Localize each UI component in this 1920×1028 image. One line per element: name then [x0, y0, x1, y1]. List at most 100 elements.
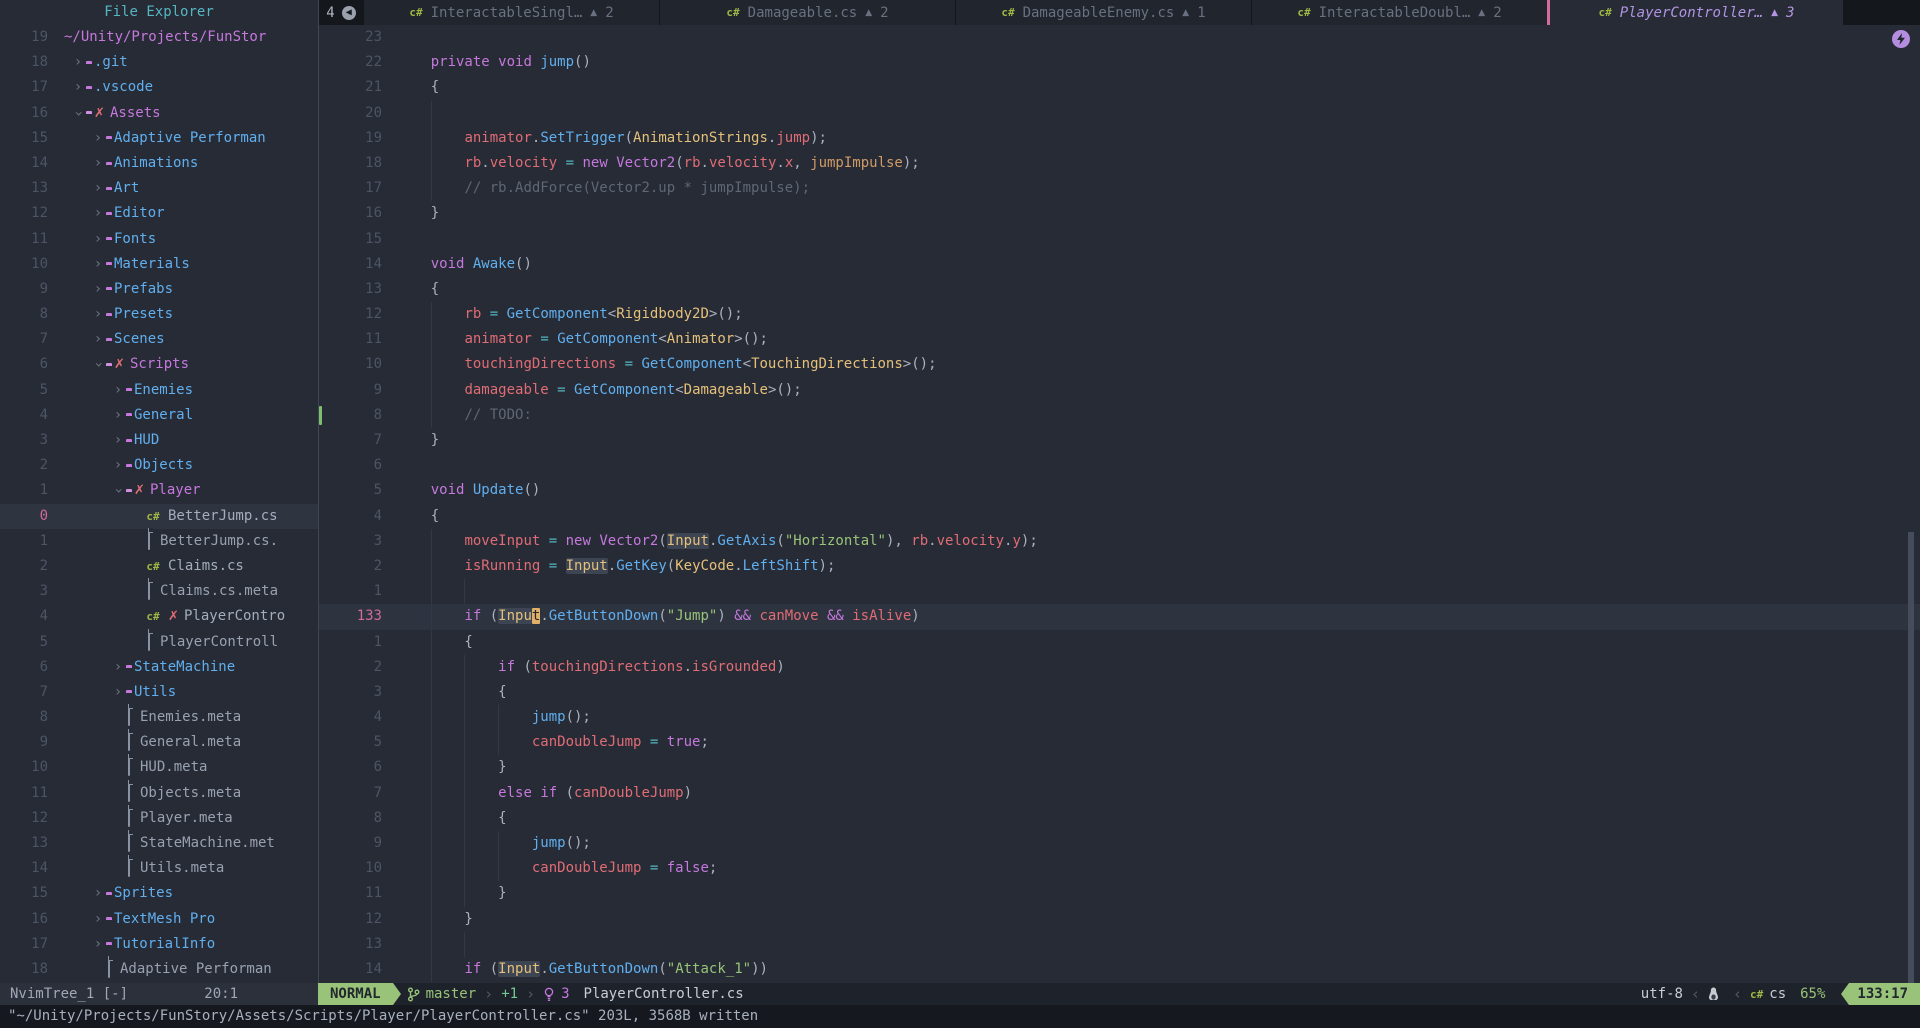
chevron-right-icon[interactable]: › — [90, 151, 106, 176]
tree-item[interactable]: 13StateMachine.met — [0, 831, 318, 856]
tree-item[interactable]: 12Player.meta — [0, 806, 318, 831]
code-line[interactable]: 21 { — [319, 75, 1920, 100]
tree-item[interactable]: 1›✗Player — [0, 478, 318, 503]
code-line[interactable]: 15 — [319, 227, 1920, 252]
tree-item[interactable]: 4c#✗PlayerContro — [0, 604, 318, 629]
tree-item[interactable]: 11Objects.meta — [0, 781, 318, 806]
tree-item[interactable]: 16›TextMesh Pro — [0, 907, 318, 932]
code-line[interactable]: 1 — [319, 579, 1920, 604]
chevron-right-icon[interactable]: › — [90, 227, 106, 252]
chevron-right-icon[interactable]: › — [90, 881, 106, 906]
code-line[interactable]: 133 if (Input.GetButtonDown("Jump") && c… — [319, 604, 1920, 629]
tree-item[interactable]: 10›Materials — [0, 252, 318, 277]
window-separator[interactable] — [318, 0, 319, 983]
code-line[interactable]: 2 isRunning = Input.GetKey(KeyCode.LeftS… — [319, 554, 1920, 579]
chevron-right-icon[interactable]: › — [70, 50, 86, 75]
chevron-right-icon[interactable]: › — [90, 201, 106, 226]
tree-item[interactable]: 5›Enemies — [0, 378, 318, 403]
tree-item[interactable]: 17›TutorialInfo — [0, 932, 318, 957]
tree-item[interactable]: 3Claims.cs.meta — [0, 579, 318, 604]
chevron-right-icon[interactable]: › — [110, 378, 126, 403]
code-line[interactable]: 7 } — [319, 428, 1920, 453]
tree-item[interactable]: 17›.vscode — [0, 75, 318, 100]
code-line[interactable]: 16 } — [319, 201, 1920, 226]
chevron-right-icon[interactable]: › — [90, 126, 106, 151]
tree-item[interactable]: 14Utils.meta — [0, 856, 318, 881]
back-circle-icon[interactable]: ◀ — [342, 6, 356, 20]
chevron-right-icon[interactable]: › — [90, 176, 106, 201]
tree-item[interactable]: 19~/Unity/Projects/FunStor — [0, 25, 318, 50]
assistant-lightning-icon[interactable] — [1892, 30, 1910, 48]
chevron-right-icon[interactable]: › — [110, 655, 126, 680]
chevron-right-icon[interactable]: › — [90, 252, 106, 277]
code-line[interactable]: 8 { — [319, 806, 1920, 831]
tree-item[interactable]: 11›Fonts — [0, 227, 318, 252]
tree-item[interactable]: 12›Editor — [0, 201, 318, 226]
code-line[interactable]: 12 } — [319, 907, 1920, 932]
tree-item[interactable]: 9General.meta — [0, 730, 318, 755]
tree-item[interactable]: 10HUD.meta — [0, 755, 318, 780]
code-line[interactable]: 11 animator = GetComponent<Animator>(); — [319, 327, 1920, 352]
code-line[interactable]: 1 { — [319, 630, 1920, 655]
tree-item[interactable]: 15›Sprites — [0, 881, 318, 906]
tab-playercontroller-[interactable]: c#PlayerController…▲3 — [1547, 0, 1843, 25]
chevron-right-icon[interactable]: › — [110, 680, 126, 705]
tree-item[interactable]: 1BetterJump.cs. — [0, 529, 318, 554]
code-line[interactable]: 5 canDoubleJump = true; — [319, 730, 1920, 755]
tree-item[interactable]: 16›✗Assets — [0, 101, 318, 126]
chevron-right-icon[interactable]: › — [90, 907, 106, 932]
code-line[interactable]: 3 { — [319, 680, 1920, 705]
chevron-right-icon[interactable]: › — [70, 75, 86, 100]
tab-damageableenemy-cs[interactable]: c#DamageableEnemy.cs▲1 — [955, 0, 1251, 25]
tree-item[interactable]: 18›.git — [0, 50, 318, 75]
code-line[interactable]: 23 — [319, 25, 1920, 50]
tree-item[interactable]: 5PlayerControll — [0, 630, 318, 655]
tree-item[interactable]: 15›Adaptive Performan — [0, 126, 318, 151]
scrollbar-thumb[interactable] — [1908, 532, 1914, 983]
code-line[interactable]: 6 — [319, 453, 1920, 478]
tree-item[interactable]: 6›✗Scripts — [0, 352, 318, 377]
code-line[interactable]: 22 private void jump() — [319, 50, 1920, 75]
code-line[interactable]: 18 rb.velocity = new Vector2(rb.velocity… — [319, 151, 1920, 176]
chevron-right-icon[interactable]: › — [90, 932, 106, 957]
code-line[interactable]: 17 // rb.AddForce(Vector2.up * jumpImpul… — [319, 176, 1920, 201]
code-line[interactable]: 10 touchingDirections = GetComponent<Tou… — [319, 352, 1920, 377]
tree-item[interactable]: 2›Objects — [0, 453, 318, 478]
tree-item[interactable]: 9›Prefabs — [0, 277, 318, 302]
code-line[interactable]: 20 — [319, 101, 1920, 126]
tab-interactabledoubl-[interactable]: c#InteractableDoubl…▲2 — [1251, 0, 1547, 25]
code-line[interactable]: 5 void Update() — [319, 478, 1920, 503]
tree-item[interactable]: 0c#BetterJump.cs — [0, 504, 318, 529]
tree-item[interactable]: 7›Utils — [0, 680, 318, 705]
code-line[interactable]: 11 } — [319, 881, 1920, 906]
chevron-right-icon[interactable]: › — [110, 428, 126, 453]
chevron-right-icon[interactable]: › — [110, 453, 126, 478]
tree-item[interactable]: 8Enemies.meta — [0, 705, 318, 730]
code-line[interactable]: 9 damageable = GetComponent<Damageable>(… — [319, 378, 1920, 403]
tab-interactablesingl-[interactable]: c#InteractableSingl…▲2 — [363, 0, 659, 25]
code-line[interactable]: 3 moveInput = new Vector2(Input.GetAxis(… — [319, 529, 1920, 554]
code-line[interactable]: 6 } — [319, 755, 1920, 780]
code-line[interactable]: 10 canDoubleJump = false; — [319, 856, 1920, 881]
code-line[interactable]: 12 rb = GetComponent<Rigidbody2D>(); — [319, 302, 1920, 327]
tree-item[interactable]: 7›Scenes — [0, 327, 318, 352]
code-line[interactable]: 4 jump(); — [319, 705, 1920, 730]
code-line[interactable]: 13 { — [319, 277, 1920, 302]
code-line[interactable]: 2 if (touchingDirections.isGrounded) — [319, 655, 1920, 680]
code-line[interactable]: 19 animator.SetTrigger(AnimationStrings.… — [319, 126, 1920, 151]
code-editor[interactable]: 2322 private void jump()21 {2019 animato… — [319, 25, 1920, 983]
buffer-count-segment[interactable]: 4 ◀ — [319, 0, 363, 25]
code-line[interactable]: 13 — [319, 932, 1920, 957]
code-line[interactable]: 4 { — [319, 504, 1920, 529]
code-line[interactable]: 14 void Awake() — [319, 252, 1920, 277]
tree-item[interactable]: 18Adaptive Performan — [0, 957, 318, 982]
tree-item[interactable]: 14›Animations — [0, 151, 318, 176]
tab-damageable-cs[interactable]: c#Damageable.cs▲2 — [659, 0, 955, 25]
code-line[interactable]: 8 // TODO: — [319, 403, 1920, 428]
code-line[interactable]: 7 else if (canDoubleJump) — [319, 781, 1920, 806]
tree-item[interactable]: 8›Presets — [0, 302, 318, 327]
tree-item[interactable]: 4›General — [0, 403, 318, 428]
tree-item[interactable]: 6›StateMachine — [0, 655, 318, 680]
chevron-right-icon[interactable]: › — [110, 403, 126, 428]
chevron-right-icon[interactable]: › — [90, 327, 106, 352]
